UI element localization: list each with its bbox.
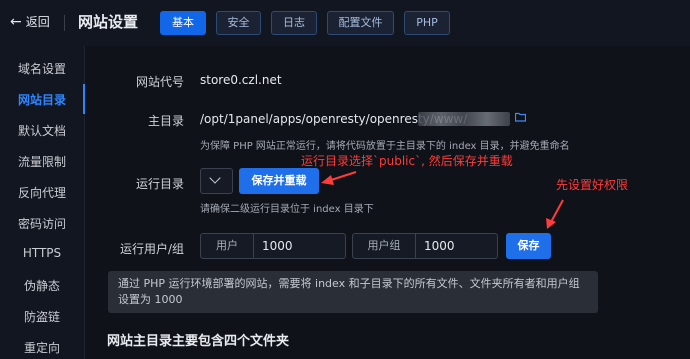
section-heading: 网站主目录主要包含四个文件夹 bbox=[107, 334, 290, 349]
info-alert: 通过 PHP 运行环境部署的网站，需要将 index 和子目录下的所有文件、文件… bbox=[108, 271, 598, 313]
info-text: 通过 PHP 运行环境部署的网站，需要将 index 和子目录下的所有文件、文件… bbox=[118, 277, 580, 306]
